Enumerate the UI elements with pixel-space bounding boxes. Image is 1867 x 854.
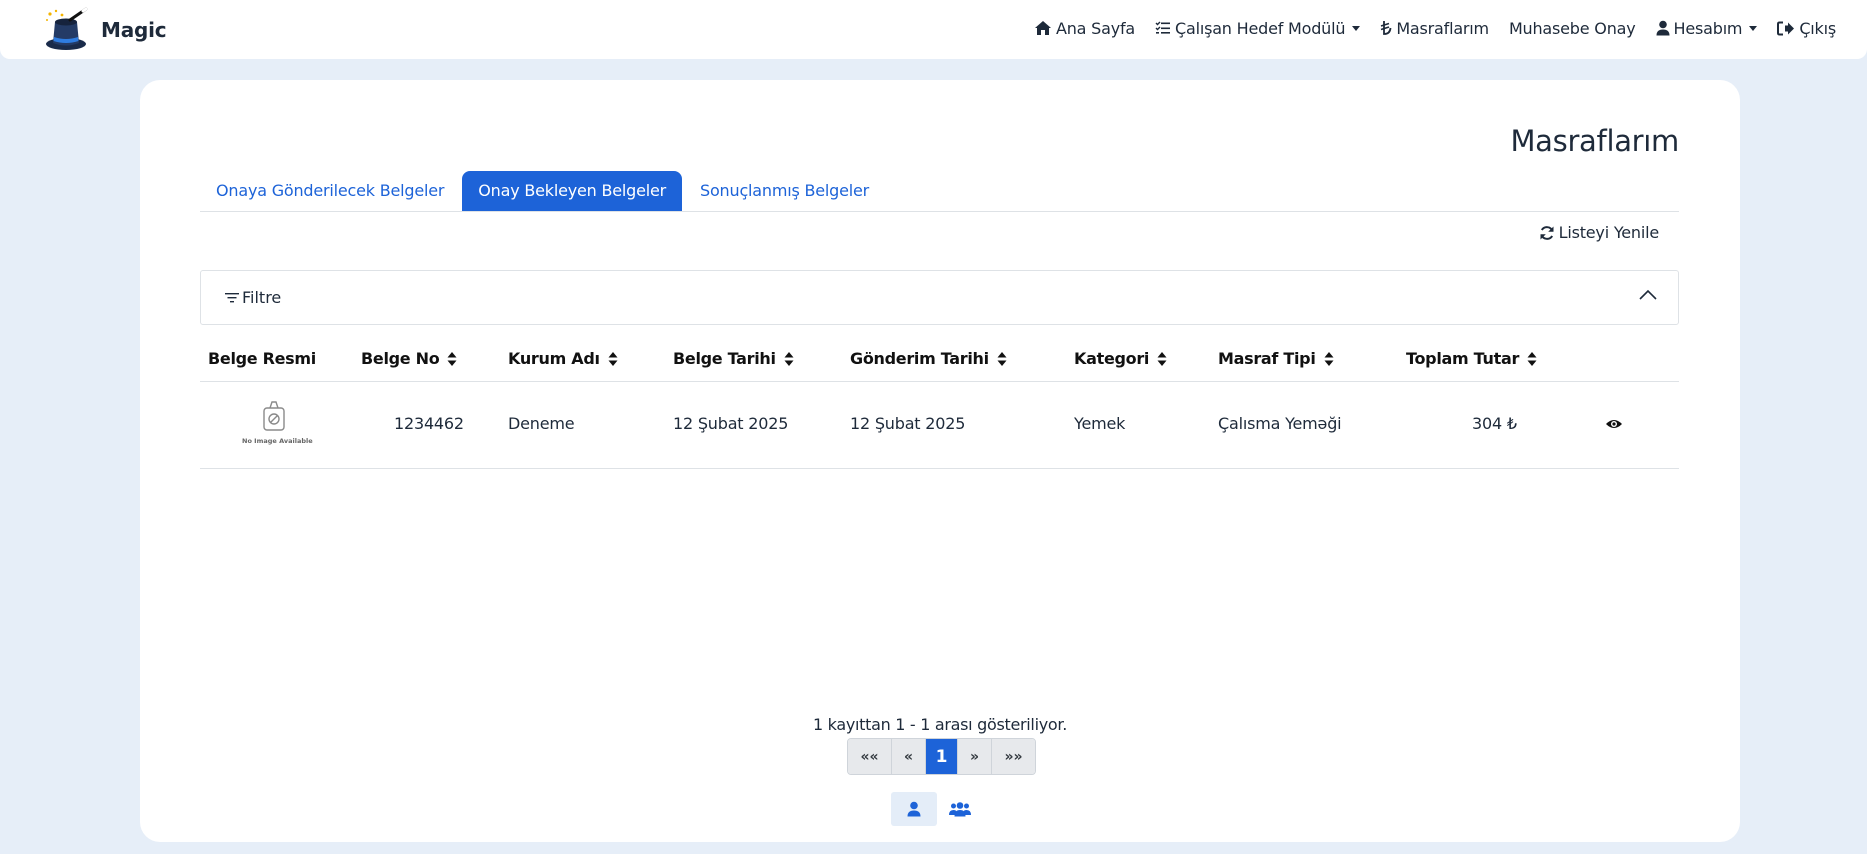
filter-label: Filtre xyxy=(224,288,281,307)
column-header-total-amount[interactable]: Toplam Tutar xyxy=(1406,349,1537,368)
sort-icon xyxy=(447,351,457,366)
column-header-document-date[interactable]: Belge Tarihi xyxy=(673,349,794,368)
pagination: «« « 1 » »» xyxy=(847,738,1036,775)
refresh-list-label: Listeyi Yenile xyxy=(1558,223,1660,242)
user-icon xyxy=(1656,20,1670,36)
column-header-label: Belge Resmi xyxy=(208,349,316,368)
cell-document-date: 12 Şubat 2025 xyxy=(673,414,789,433)
cell-expense-type: Çalısma Yeməği xyxy=(1218,414,1342,433)
tab-pending-approval[interactable]: Onay Bekleyen Belgeler xyxy=(462,171,683,211)
pagination-info: 1 kayıttan 1 - 1 arası gösteriliyor. xyxy=(813,715,1067,734)
home-icon xyxy=(1034,21,1051,35)
nav-accounting-approval-label: Muhasebe Onay xyxy=(1508,18,1636,38)
refresh-list-button[interactable]: Listeyi Yenile xyxy=(1539,223,1659,242)
page-title: Masraflarım xyxy=(1510,124,1679,158)
no-image-placeholder-icon xyxy=(263,401,285,431)
sort-icon xyxy=(1157,351,1167,366)
sort-icon xyxy=(1324,351,1333,366)
logout-icon xyxy=(1777,21,1795,35)
cell-institution: Deneme xyxy=(508,414,575,433)
column-header-label: Toplam Tutar xyxy=(1406,349,1520,368)
chevron-down-icon xyxy=(1352,25,1361,31)
tab-finalized[interactable]: Sonuçlanmış Belgeler xyxy=(684,171,885,211)
magic-hat-logo-icon xyxy=(46,7,88,50)
nav-expenses[interactable]: Masraflarım xyxy=(1380,19,1489,38)
table-header: Belge Resmi Belge No Kurum Adı Belge Tar… xyxy=(200,343,1679,382)
column-header-institution[interactable]: Kurum Adı xyxy=(508,349,618,368)
next-page-button[interactable]: » xyxy=(958,739,992,774)
nav-expenses-label: Masraflarım xyxy=(1396,18,1489,38)
chevron-down-icon xyxy=(1749,25,1758,31)
column-header-label: Belge Tarihi xyxy=(673,349,776,368)
nav-employee-goal-module[interactable]: Çalışan Hedef Modülü xyxy=(1155,18,1361,38)
team-view-button[interactable] xyxy=(937,792,983,826)
filter-panel-header[interactable]: Filtre xyxy=(200,270,1679,325)
nav-logout[interactable]: Çıkış xyxy=(1777,19,1836,38)
page-1-button[interactable]: 1 xyxy=(926,739,958,774)
column-header-send-date[interactable]: Gönderim Tarihi xyxy=(850,349,1007,368)
column-header-label: Kurum Adı xyxy=(508,349,600,368)
tab-bar: Onaya Gönderilecek Belgeler Onay Bekleye… xyxy=(200,171,1679,212)
nav-logout-label: Çıkış xyxy=(1799,18,1836,38)
sort-icon xyxy=(997,351,1007,366)
column-header-document-image: Belge Resmi xyxy=(208,349,316,368)
chevron-up-icon[interactable] xyxy=(1639,289,1657,301)
filter-icon xyxy=(225,292,239,302)
cell-category: Yemek xyxy=(1074,414,1126,433)
column-header-category[interactable]: Kategori xyxy=(1074,349,1167,368)
nav-my-account-label: Hesabım xyxy=(1673,18,1743,38)
list-check-icon xyxy=(1155,21,1170,34)
main-card: Masraflarım Onaya Gönderilecek Belgeler … xyxy=(140,80,1740,842)
personal-view-button[interactable] xyxy=(891,792,937,826)
table-row: No Image Available 1234462 Deneme 12 Şub… xyxy=(200,382,1679,469)
view-toggle xyxy=(891,792,983,826)
column-header-document-no[interactable]: Belge No xyxy=(361,349,457,368)
column-header-label: Belge No xyxy=(361,349,440,368)
column-header-label: Gönderim Tarihi xyxy=(850,349,989,368)
nav-home[interactable]: Ana Sayfa xyxy=(1034,19,1135,38)
column-header-label: Masraf Tipi xyxy=(1218,349,1316,368)
brand[interactable]: Magic xyxy=(42,6,167,54)
tab-to-be-sent[interactable]: Onaya Gönderilecek Belgeler xyxy=(200,171,460,211)
column-header-label: Kategori xyxy=(1074,349,1150,368)
users-group-icon xyxy=(949,802,971,817)
nav-accounting-approval[interactable]: Muhasebe Onay xyxy=(1509,19,1636,38)
nav-employee-goal-module-label: Çalışan Hedef Modülü xyxy=(1175,18,1346,38)
no-image-text: No Image Available xyxy=(242,437,313,445)
brand-name: Magic xyxy=(101,18,167,42)
filter-text: Filtre xyxy=(242,288,282,307)
sort-icon xyxy=(608,351,618,366)
nav-home-label: Ana Sayfa xyxy=(1055,18,1135,38)
sort-icon xyxy=(1527,351,1537,366)
eye-icon[interactable] xyxy=(1605,417,1623,431)
cell-document-no: 1234462 xyxy=(394,414,464,433)
user-icon xyxy=(907,801,921,817)
document-thumbnail[interactable]: No Image Available xyxy=(242,400,313,448)
column-header-expense-type[interactable]: Masraf Tipi xyxy=(1218,349,1334,368)
nav-my-account[interactable]: Hesabım xyxy=(1656,19,1758,38)
refresh-icon xyxy=(1540,225,1554,240)
previous-page-button[interactable]: « xyxy=(892,739,926,774)
lira-icon xyxy=(1381,21,1392,35)
cell-total-amount: 304 ₺ xyxy=(1472,414,1517,433)
top-navbar: Magic Ana Sayfa Çalışan Hedef Modülü Mas… xyxy=(0,0,1867,59)
nav-menu: Ana Sayfa Çalışan Hedef Modülü Masraflar… xyxy=(1014,0,1836,56)
first-page-button[interactable]: «« xyxy=(848,739,892,774)
sort-icon xyxy=(784,351,794,366)
cell-send-date: 12 Şubat 2025 xyxy=(850,414,966,433)
last-page-button[interactable]: »» xyxy=(992,739,1035,774)
